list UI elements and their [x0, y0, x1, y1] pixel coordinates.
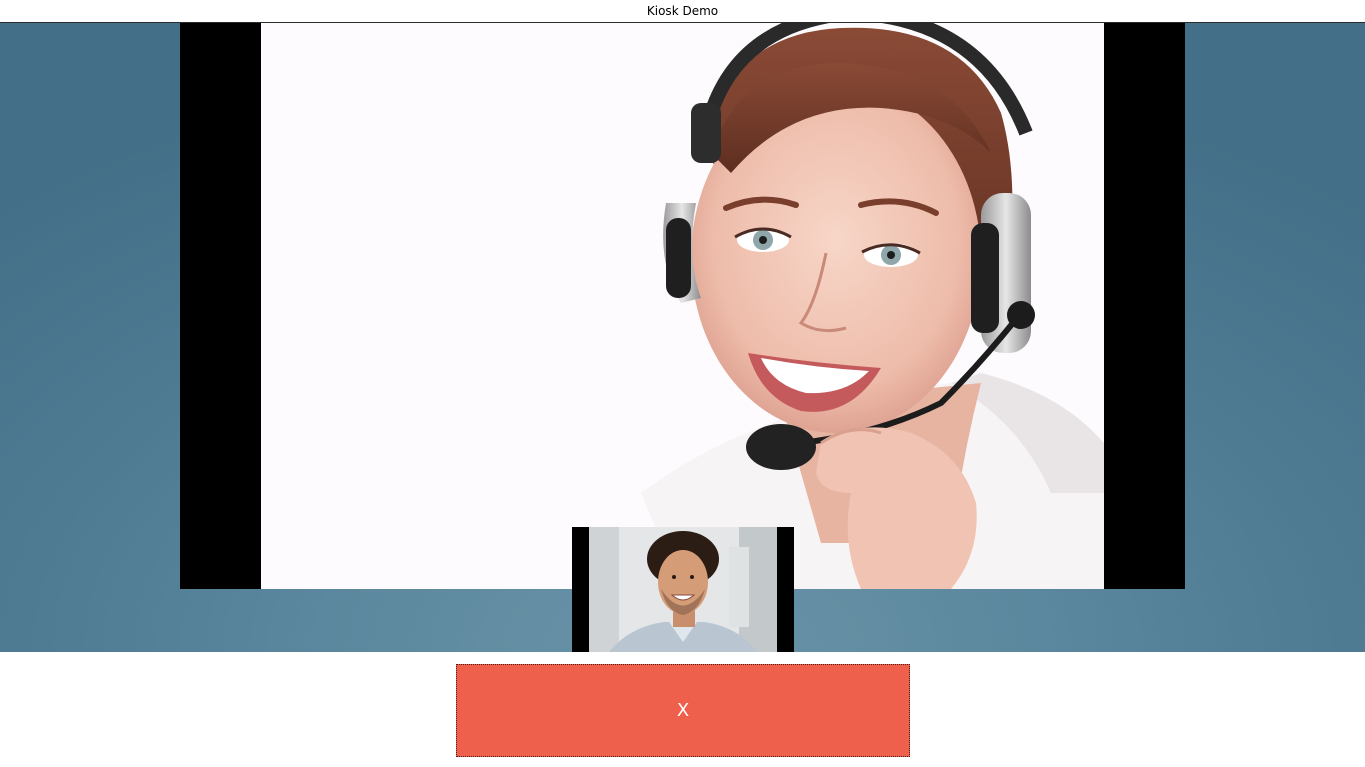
title-bar: Kiosk Demo — [0, 0, 1365, 23]
local-video — [572, 527, 794, 652]
call-controls: X — [0, 652, 1365, 767]
local-video-frame — [589, 527, 777, 652]
remote-video-frame — [261, 23, 1104, 589]
kiosk-window: Kiosk Demo X — [0, 0, 1365, 767]
video-stage — [0, 23, 1365, 652]
customer-selfie-photo — [589, 527, 777, 652]
agent-with-headset-photo — [261, 23, 1104, 589]
remote-video — [180, 23, 1185, 589]
close-icon: X — [676, 699, 690, 721]
hangup-button[interactable]: X — [456, 664, 910, 757]
window-title: Kiosk Demo — [646, 3, 719, 18]
